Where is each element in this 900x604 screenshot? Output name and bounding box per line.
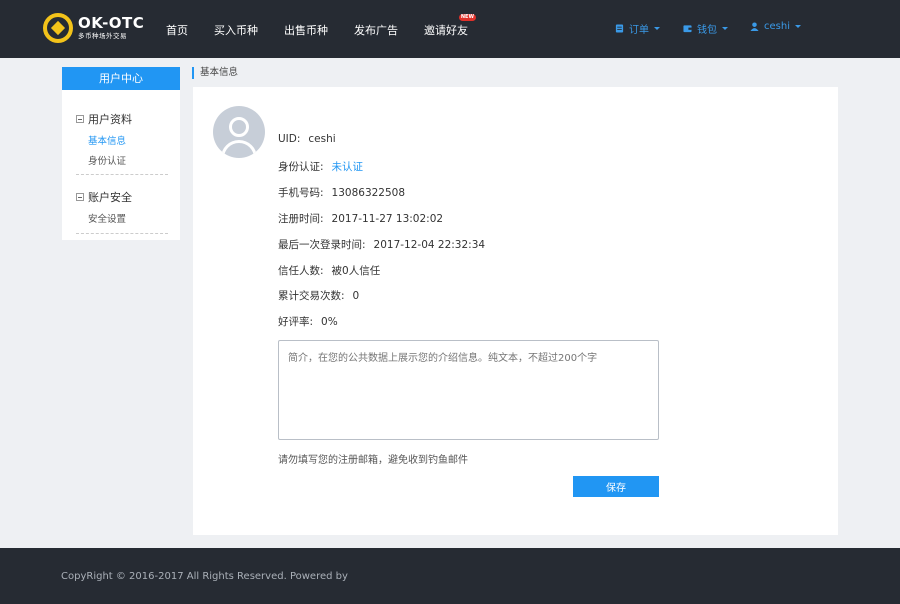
info-row-register-time: 注册时间: 2017-11-27 13:02:02 [278, 211, 443, 226]
footer: CopyRight © 2016-2017 All Rights Reserve… [0, 548, 900, 604]
nav-sell[interactable]: 出售币种 [284, 22, 328, 38]
top-navbar: OK-OTC 多币种场外交易 首页 买入币种 出售币种 发布广告 邀请好友 NE… [0, 0, 900, 58]
user-icon [750, 22, 759, 31]
nav-invite-friends[interactable]: 邀请好友 NEW [424, 14, 476, 38]
field-value: 2017-12-04 22:32:34 [373, 239, 486, 251]
user-menu[interactable]: ceshi [750, 21, 801, 32]
field-label: 好评率: [278, 316, 314, 328]
field-label: UID: [278, 133, 301, 145]
intro-textarea[interactable] [278, 340, 659, 440]
info-row-trade-count: 累计交易次数: 0 [278, 288, 359, 303]
orders-menu[interactable]: 订单 [615, 21, 660, 36]
field-label: 最后一次登录时间: [278, 239, 366, 251]
logo[interactable]: OK-OTC 多币种场外交易 [43, 13, 144, 43]
field-label: 信任人数: [278, 265, 324, 277]
wallet-icon [683, 25, 692, 33]
order-icon [615, 24, 624, 33]
collapse-icon [76, 193, 84, 201]
field-value: 被0人信任 [331, 265, 381, 277]
logo-subtitle: 多币种场外交易 [78, 32, 127, 41]
username-label: ceshi [764, 21, 790, 32]
info-row-trusted-by: 信任人数: 被0人信任 [278, 263, 380, 278]
logo-title: OK-OTC [78, 14, 145, 33]
info-row-phone: 手机号码: 13086322508 [278, 185, 405, 200]
nav-post-ad[interactable]: 发布广告 [354, 22, 398, 38]
chevron-down-icon [654, 27, 660, 30]
avatar-body-shape [221, 140, 257, 158]
field-value: 2017-11-27 13:02:02 [331, 213, 444, 225]
divider [76, 174, 168, 175]
divider [76, 233, 168, 234]
profile-card: UID: ceshi 身份认证: 未认证 手机号码: 13086322508 注册时间… [193, 87, 838, 535]
breadcrumb: 基本信息 [192, 67, 238, 79]
group-title-label: 用户资料 [88, 113, 132, 126]
sidebar-group-profile: 用户资料 基本信息 身份认证 [76, 111, 132, 167]
sidebar-item-security-settings[interactable]: 安全设置 [88, 211, 132, 225]
nav-invite-label: 邀请好友 [424, 24, 468, 37]
sidebar-group-title[interactable]: 用户资料 [76, 111, 132, 127]
group-title-label: 账户安全 [88, 191, 132, 204]
chevron-down-icon [722, 27, 728, 30]
new-badge: NEW [458, 14, 476, 21]
info-row-uid: UID: ceshi [278, 133, 336, 145]
copyright-text: CopyRight © 2016-2017 All Rights Reserve… [61, 571, 348, 582]
field-label: 注册时间: [278, 213, 324, 225]
sidebar: 用户资料 基本信息 身份认证 账户安全 安全设置 [62, 90, 180, 240]
nav-buy[interactable]: 买入币种 [214, 22, 258, 38]
field-value: 0 [352, 290, 360, 302]
sidebar-item-identity-verification[interactable]: 身份认证 [88, 153, 132, 167]
info-row-last-login: 最后一次登录时间: 2017-12-04 22:32:34 [278, 237, 485, 252]
chevron-down-icon [794, 25, 801, 28]
info-row-rating: 好评率: 0% [278, 314, 338, 329]
wallet-menu[interactable]: 钱包 [683, 21, 728, 36]
logo-icon [43, 13, 73, 43]
sidebar-item-basic-info[interactable]: 基本信息 [88, 133, 132, 147]
main-nav: 首页 买入币种 出售币种 发布广告 邀请好友 NEW [166, 14, 494, 38]
sidebar-title: 用户中心 [62, 67, 180, 90]
orders-label: 订单 [629, 25, 649, 36]
field-label: 手机号码: [278, 187, 324, 199]
field-label: 累计交易次数: [278, 290, 345, 302]
field-label: 身份认证: [278, 161, 324, 173]
field-value: ceshi [308, 133, 336, 145]
nav-home[interactable]: 首页 [166, 22, 188, 38]
wallet-label: 钱包 [697, 25, 717, 36]
field-value: 0% [321, 316, 338, 328]
verify-link[interactable]: 未认证 [332, 161, 364, 173]
save-button[interactable]: 保存 [573, 476, 659, 497]
sidebar-group-title[interactable]: 账户安全 [76, 189, 132, 205]
avatar-head-shape [229, 117, 249, 137]
field-value: 13086322508 [331, 187, 406, 199]
info-row-identity: 身份认证: 未认证 [278, 159, 363, 174]
email-warning-hint: 请勿填写您的注册邮箱，避免收到钓鱼邮件 [278, 455, 468, 466]
avatar[interactable] [213, 106, 265, 158]
collapse-icon [76, 115, 84, 123]
sidebar-group-security: 账户安全 安全设置 [76, 189, 132, 225]
